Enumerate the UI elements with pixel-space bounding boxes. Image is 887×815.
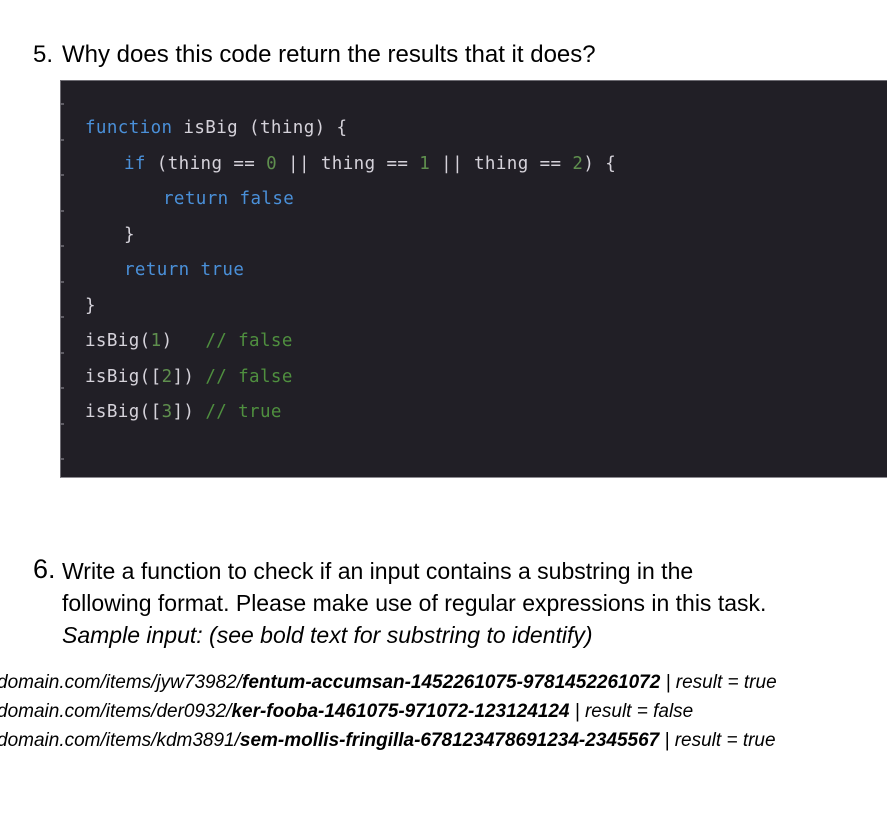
sample-input-line: domain.com/items/der0932/ker-fooba-14610…: [0, 697, 693, 726]
code-token-pun: ]): [172, 402, 206, 422]
code-token-kw: function: [85, 118, 173, 138]
sample-url-prefix: domain.com/items/jyw73982/: [0, 672, 242, 693]
code-token-pun: || thing ==: [430, 153, 573, 174]
code-token-cmt: // false: [205, 366, 293, 387]
code-token-num: 0: [266, 153, 278, 174]
code-token-pun: ) {: [583, 153, 617, 174]
code-token-num: 1: [419, 153, 431, 174]
code-line: if (thing == 0 || thing == 1 || thing ==…: [61, 147, 887, 183]
question-6-sample-note: Sample input: (see bold text for substri…: [62, 622, 593, 648]
sample-result: | result = false: [569, 701, 694, 722]
code-line: return false: [61, 182, 887, 218]
code-line: return true: [61, 253, 887, 289]
sample-input-line: domain.com/items/kdm3891/sem-mollis-frin…: [0, 726, 776, 755]
code-token-cmt: // false: [205, 331, 293, 351]
code-line: isBig([2]) // false: [61, 360, 887, 396]
code-line: function isBig (thing) {: [61, 111, 887, 147]
code-token-pun: isBig (thing) {: [172, 118, 348, 138]
code-token-pun: isBig([: [85, 366, 162, 387]
sample-url-prefix: domain.com/items/der0932/: [0, 701, 232, 722]
sample-substring-bold: ker-fooba-1461075-971072-123124124: [231, 701, 570, 722]
code-gutter-tick: [61, 458, 64, 460]
code-line: }: [61, 218, 887, 254]
question-6-marker: 6.: [33, 554, 56, 584]
sample-result: | result = true: [660, 672, 777, 693]
code-token-pun: (thing ==: [145, 153, 267, 174]
code-token-num: 3: [161, 402, 173, 422]
sample-url-prefix: domain.com/items/kdm3891/: [0, 730, 240, 751]
code-line: isBig([3]) // true: [61, 395, 887, 431]
code-token-num: 2: [161, 366, 173, 387]
sample-input-line: domain.com/items/jyw73982/fentum-accumsa…: [0, 668, 777, 697]
question-5-heading: 5. Why does this code return the results…: [0, 40, 887, 74]
code-token-kw: return false: [163, 189, 295, 209]
sample-result: | result = true: [659, 730, 776, 751]
code-token-pun: isBig([: [85, 402, 162, 422]
code-block: function isBig (thing) {if (thing == 0 |…: [60, 80, 887, 478]
question-6-text-line-1: Write a function to check if an input co…: [62, 558, 694, 584]
code-token-pun: ]): [172, 366, 206, 387]
code-token-kw: if: [124, 153, 146, 174]
code-token-pun: ): [161, 331, 206, 351]
code-lines: function isBig (thing) {if (thing == 0 |…: [61, 111, 887, 431]
code-token-pun: || thing ==: [277, 153, 420, 174]
question-5-text: Why does this code return the results th…: [62, 41, 596, 68]
code-token-cmt: // true: [205, 402, 282, 422]
code-token-pun: isBig(: [85, 331, 151, 351]
code-token-num: 1: [150, 331, 162, 351]
code-line: isBig(1) // false: [61, 324, 887, 360]
question-6-text-line-2: following format. Please make use of reg…: [62, 590, 767, 616]
sample-substring-bold: sem-mollis-fringilla-678123478691234-234…: [239, 730, 660, 751]
sample-substring-bold: fentum-accumsan-1452261075-9781452261072: [242, 672, 661, 693]
code-token-kw: return true: [124, 260, 245, 280]
question-5-marker: 5.: [33, 41, 54, 68]
code-token-num: 2: [572, 153, 584, 174]
code-token-pun: }: [124, 224, 135, 245]
code-token-pun: }: [85, 295, 96, 316]
code-gutter-tick: [61, 103, 64, 105]
code-line: }: [61, 289, 887, 325]
